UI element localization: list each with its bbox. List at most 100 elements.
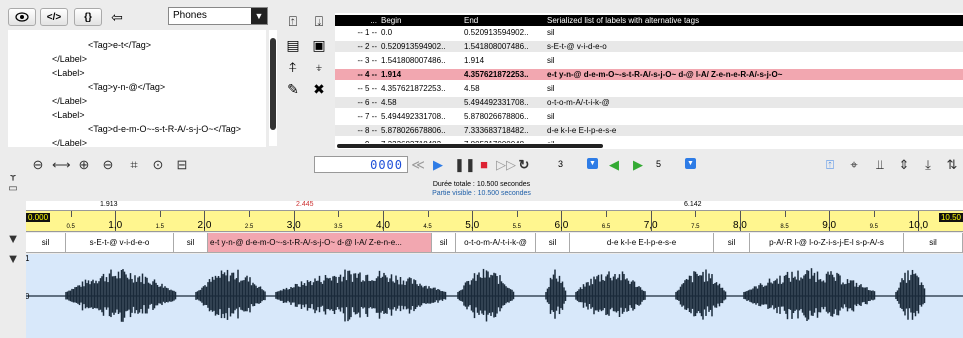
ruler-label: 10,0 (908, 220, 929, 231)
forward-icon[interactable]: ▷▷ (496, 157, 516, 173)
cursor-strip[interactable]: 1.913 2.445 6.142 (26, 201, 963, 210)
ruler-label: 2,0 (197, 220, 212, 231)
header-end[interactable]: End (464, 15, 544, 26)
tier-segment[interactable]: sil (174, 233, 208, 252)
zoom-in-icon[interactable]: ⊕ (76, 157, 92, 173)
table-row[interactable]: -- 2 -- 0.520913594902.. 1.541808007486.. s… (335, 41, 963, 52)
time-digits: 0000 (370, 158, 403, 172)
tree-line[interactable]: <Label> (52, 68, 85, 78)
header-labels[interactable]: Serialized list of labels with alternati… (547, 15, 963, 26)
stepper-b[interactable]: 5 ▼ (656, 157, 696, 171)
table-row[interactable]: -- 7 -- 5.494492331708.. 5.878026678806.. s… (335, 111, 963, 122)
tier-segment[interactable]: d-e k-l-e E-l-p-e-s-e (570, 233, 714, 252)
play-icon[interactable]: ▶ (430, 157, 446, 173)
table-row[interactable]: -- 8 -- 5.878026678806.. 7.333683718482.. d… (335, 125, 963, 136)
label-table[interactable]: ... Begin End Serialized list of labels … (335, 13, 963, 147)
table-row[interactable]: -- 1 -- 0.0 0.520913594902.. sil (335, 27, 963, 38)
tier-segment[interactable]: sil (536, 233, 570, 252)
eye-icon[interactable] (8, 8, 36, 26)
tier-segment[interactable]: sil (26, 233, 66, 252)
tier-segment[interactable]: sil (432, 233, 456, 252)
table-row[interactable]: -- 3 -- 1.541808007486.. 1.914 sil (335, 55, 963, 66)
label-tree[interactable]: <Tag>e-t</Tag> </Label> <Label> <Tag>y-n… (8, 30, 266, 147)
cell-labels: s-E-t-@ v-i-d-e-o (547, 42, 607, 51)
code-icon[interactable]: </> (40, 8, 68, 26)
table-header: ... Begin End Serialized list of labels … (335, 15, 963, 26)
collapse-all-icon[interactable]: ⤓ (920, 157, 936, 173)
tier-segment[interactable]: sil (904, 233, 963, 252)
tier-segment[interactable]: sil (714, 233, 750, 252)
ruler-label: 3,0 (286, 220, 301, 231)
table-row[interactable]: -- 5 -- 4.357621872253.. 4.58 sil (335, 83, 963, 94)
time-ruler[interactable]: 0.000 10.50 1,0 2,0 3,0 4,0 5,0 6,0 7,0 8,0 9,0 1… (26, 210, 963, 232)
tree-line[interactable]: <Tag>d-e-m-O~-s-t-R-A/-s-j-O~</Tag> (88, 124, 241, 134)
step-back-icon[interactable]: ◀ (606, 157, 622, 173)
cursor-icon[interactable]: ⌖ (846, 157, 862, 173)
target-icon[interactable]: ⊙ (150, 157, 166, 173)
rectangle-icon[interactable]: ⊖ (30, 157, 46, 173)
zoom-fit-icon[interactable]: ⌗ (126, 157, 142, 173)
step-forward-icon[interactable]: ▶ (630, 157, 646, 173)
tree-line[interactable]: <Tag>y-n-@</Tag> (88, 82, 165, 92)
ruler-minor-tick (338, 211, 340, 217)
tree-line[interactable]: </Label> (52, 96, 87, 106)
enter-icon[interactable]: ⊟ (174, 157, 190, 173)
tier-select[interactable]: Phones ▼ (168, 7, 268, 25)
grid-view-icon[interactable]: ▣ (310, 36, 328, 54)
tier-segment[interactable]: o-t-o-m-A/-t-i-k-@ (456, 233, 536, 252)
phones-tier[interactable]: sil s-E-t-@ v-i-d-e-o sil e-t y-n-@ d-e-m-O… (26, 233, 963, 253)
back-arrow-icon[interactable]: ⇦ (108, 8, 126, 26)
tree-line[interactable]: </Label> (52, 138, 87, 147)
braces-button[interactable]: {} (74, 8, 102, 26)
cell-end: 0.520913594902.. (464, 28, 529, 37)
ruler-minor-tick (784, 211, 786, 217)
cell-end: 1.541808007486.. (464, 42, 529, 51)
insert-icon[interactable]: ⍏ (284, 58, 302, 76)
expand-icon[interactable]: ⇕ (896, 157, 912, 173)
add-above-icon[interactable]: ⍐ (284, 12, 302, 30)
time-display[interactable]: 0000 (314, 156, 408, 173)
scroll-thumb[interactable] (337, 144, 603, 148)
undo-icon[interactable]: ✎ (284, 80, 302, 98)
tree-line[interactable]: <Label> (52, 110, 85, 120)
delete-icon[interactable]: ✖ (310, 80, 328, 98)
cell-idx: -- 8 -- (357, 126, 377, 135)
table-row[interactable]: -- 6 -- 4.58 5.494492331708.. o-t-o-m-A/-t-… (335, 97, 963, 108)
tree-scrollbar[interactable] (269, 30, 277, 146)
merge-icon[interactable]: ⍖ (310, 58, 328, 76)
cell-idx: -- 3 -- (357, 56, 377, 65)
waveform-panel[interactable]: 1 0 (26, 254, 963, 338)
pause-icon[interactable]: ❚❚ (454, 157, 476, 173)
collapse-wave-icon[interactable]: ▼ (5, 251, 21, 267)
cell-end: 4.357621872253.. (464, 70, 529, 79)
tree-line[interactable]: </Label> (52, 54, 87, 64)
sort-icon[interactable]: ⇅ (944, 157, 960, 173)
ruler-minor-label: 5.5 (512, 224, 521, 230)
ruler-minor-label: 2.5 (244, 224, 254, 230)
split-icon[interactable]: ⍗ (310, 12, 328, 30)
tier-segment[interactable]: p-A/-R l-@ l-o-Z-i-s-j-E-l s-p-A/-s (750, 233, 904, 252)
rewind-icon[interactable]: ≪ (410, 157, 426, 173)
cell-begin: 5.494492331708.. (381, 112, 446, 121)
header-begin[interactable]: Begin (381, 15, 461, 26)
tree-line[interactable]: <Tag>e-t</Tag> (88, 40, 151, 50)
align-icon[interactable]: ⫫ (872, 157, 888, 173)
tier-segment[interactable]: s-E-t-@ v-i-d-e-o (66, 233, 174, 252)
scroll-thumb[interactable] (270, 38, 276, 130)
loop-icon[interactable]: ↻ (516, 157, 532, 173)
table-hscrollbar[interactable] (335, 143, 963, 149)
cell-end: 7.333683718482.. (464, 126, 529, 135)
stepper-a[interactable]: 3 ▼ (558, 157, 598, 171)
export-icon[interactable]: ⍐ (822, 157, 838, 173)
table-view-icon[interactable]: ▤ (284, 36, 302, 54)
fit-width-icon[interactable]: ⟷ (52, 157, 71, 173)
tier-segment[interactable]: e-t y-n-@ d-e-m-O~-s-t-R-A/-s-j-O~ d-@ l… (208, 233, 432, 252)
cell-begin: 4.357621872253.. (381, 84, 446, 93)
stop-icon[interactable]: ■ (476, 157, 492, 173)
chevron-down-icon: ▼ (587, 158, 598, 169)
collapse-tier-icon[interactable]: ▼ (5, 231, 21, 247)
zoom-out-icon[interactable]: ⊖ (100, 157, 116, 173)
time-info: Durée totale : 10.500 secondes Partie vi… (0, 181, 963, 201)
header-index[interactable]: ... (337, 15, 377, 26)
table-row[interactable]: -- 4 -- 1.914 4.357621872253.. e-t y-n-@ d-… (335, 69, 963, 80)
